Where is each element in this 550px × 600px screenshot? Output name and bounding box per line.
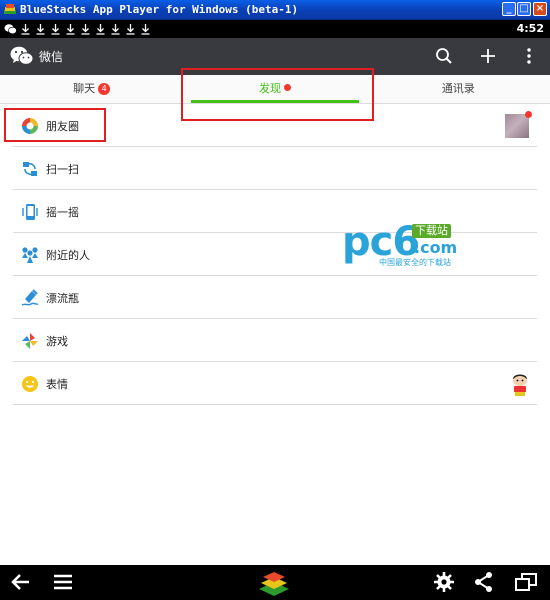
games-icon (22, 333, 38, 349)
status-bar: 4:52 (0, 20, 550, 38)
watermark-brand: pc6 (342, 219, 420, 265)
menu-icon[interactable] (51, 571, 75, 593)
sticker-character-icon (513, 374, 527, 396)
annotation-frame-discover (181, 68, 374, 121)
annotation-frame-moments (4, 108, 106, 142)
list-item-label: 摇一摇 (46, 206, 79, 219)
search-icon[interactable] (434, 46, 454, 66)
moments-thumbnail (505, 111, 532, 138)
list-item-label: 扫一扫 (46, 163, 79, 176)
download-icon (94, 21, 107, 37)
more-icon[interactable] (519, 46, 539, 66)
download-icon (34, 21, 47, 37)
tab-chats[interactable]: 聊天 4 (0, 75, 183, 103)
list-item-games[interactable]: 游戏 (13, 319, 537, 362)
minimize-button[interactable]: _ (502, 2, 516, 16)
download-icon (49, 21, 62, 37)
download-icon (79, 21, 92, 37)
close-button[interactable]: × (533, 2, 547, 16)
back-icon[interactable] (9, 571, 33, 593)
bluestacks-logo[interactable] (257, 568, 291, 598)
tab-contacts[interactable]: 通讯录 (367, 75, 550, 103)
list-item-scan[interactable]: 扫一扫 (13, 147, 537, 190)
tab-contacts-label: 通讯录 (441, 82, 475, 95)
shake-icon (22, 204, 38, 220)
tab-chats-label: 聊天 (73, 82, 96, 95)
sticker-icon (22, 376, 38, 392)
list-item-drift-bottle[interactable]: 漂流瓶 (13, 276, 537, 319)
status-clock: 4:52 (516, 22, 544, 35)
settings-icon[interactable] (432, 571, 456, 593)
share-icon[interactable] (472, 571, 496, 593)
unread-badge: 4 (98, 83, 111, 95)
bottom-nav-bar (0, 565, 550, 600)
wechat-icon (4, 21, 17, 37)
window-titlebar: BlueStacks App Player for Windows (beta-… (0, 0, 550, 20)
drift-bottle-icon (21, 289, 39, 306)
list-item-stickers[interactable]: 表情 (13, 362, 537, 405)
maximize-button[interactable]: □ (517, 2, 531, 16)
new-dot (525, 111, 532, 118)
scan-icon (23, 162, 37, 176)
watermark-domain: .com (414, 238, 458, 257)
download-icon (64, 21, 77, 37)
download-icon (19, 21, 32, 37)
list-item-label: 漂流瓶 (46, 292, 79, 305)
watermark-tagline: 中国最安全的下载站 (379, 258, 451, 267)
window-icon[interactable] (514, 571, 538, 593)
app-title: 微信 (39, 50, 64, 64)
download-icon (109, 21, 122, 37)
wechat-logo-icon (10, 46, 34, 65)
list-item-label: 表情 (46, 378, 68, 391)
plus-icon[interactable] (478, 46, 498, 66)
list-item-label: 附近的人 (46, 249, 90, 262)
notification-icons (4, 21, 152, 37)
list-item-label: 游戏 (46, 335, 68, 348)
bluestacks-app-icon (4, 4, 16, 14)
window-title: BlueStacks App Player for Windows (beta-… (20, 3, 299, 16)
pc6-watermark: pc6 下载站 .com 中国最安全的下载站 (342, 222, 472, 270)
watermark-badge: 下载站 (412, 224, 451, 238)
download-icon (124, 21, 137, 37)
download-icon (139, 21, 152, 37)
people-nearby-icon (22, 247, 38, 263)
